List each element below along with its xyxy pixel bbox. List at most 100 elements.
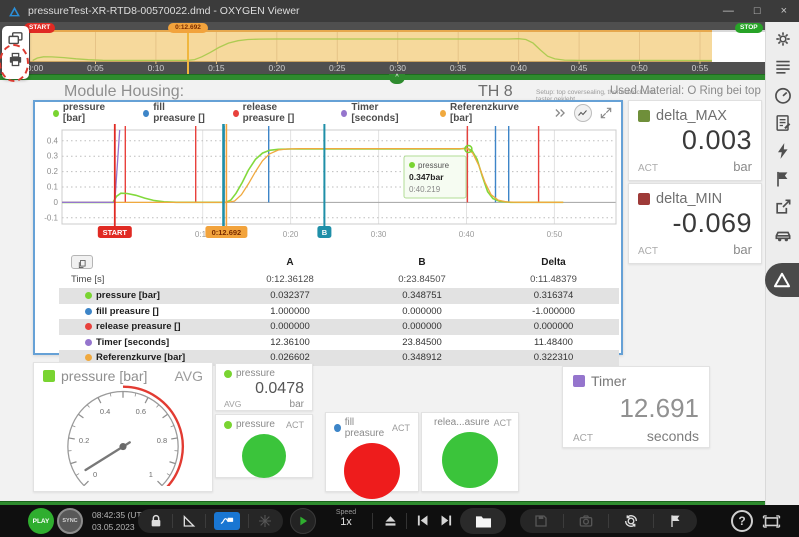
skip-to-end-icon[interactable] bbox=[438, 512, 455, 529]
minimize-button[interactable]: — bbox=[723, 5, 734, 17]
expand-icon[interactable] bbox=[599, 106, 613, 120]
playback-play-button[interactable] bbox=[290, 508, 316, 534]
cursor-table-header: ABDelta bbox=[59, 254, 619, 270]
live-curve-icon bbox=[219, 514, 235, 528]
axis-badge: 0:12.692 bbox=[205, 226, 247, 238]
freeze-icon[interactable] bbox=[257, 513, 273, 529]
release-preasure-state-lamp bbox=[442, 432, 498, 488]
svg-text:0.4: 0.4 bbox=[100, 407, 110, 416]
avg-unit: bar bbox=[290, 399, 304, 410]
window-title: pressureTest-XR-RTD8-00570022.dmd - OXYG… bbox=[28, 5, 300, 17]
table-row[interactable]: pressure [bar]0.0323770.3487510.316374 bbox=[59, 288, 619, 304]
table-row[interactable]: fill preasure []1.0000000.000000-1.00000… bbox=[59, 304, 619, 320]
titlebar: pressureTest-XR-RTD8-00570022.dmd - OXYG… bbox=[0, 0, 799, 22]
screenshot-icon[interactable] bbox=[578, 513, 594, 529]
pressure-avg-card[interactable]: pressure 0.0478 AVG bar bbox=[215, 363, 313, 411]
fill-preasure-state-card[interactable]: fill preasure ACT bbox=[325, 412, 419, 492]
legend-swatch bbox=[53, 110, 59, 117]
timer-card[interactable]: Timer 12.691 ACT seconds bbox=[562, 366, 710, 448]
cursor-tool-icon[interactable] bbox=[574, 104, 592, 122]
delta-max-value: 0.003 bbox=[638, 125, 752, 156]
svg-text:0.347bar: 0.347bar bbox=[409, 172, 444, 182]
copy-table-button[interactable] bbox=[71, 255, 93, 269]
open-file-button[interactable] bbox=[460, 508, 506, 534]
pressure-gauge-card[interactable]: pressure [bar] AVG 00.20.40.60.81 bbox=[33, 362, 213, 492]
series-line bbox=[62, 125, 120, 202]
export-icon[interactable] bbox=[773, 197, 793, 217]
overview-progress-bar[interactable] bbox=[0, 74, 765, 80]
set-square-icon[interactable] bbox=[181, 513, 197, 529]
channel-list-icon[interactable] bbox=[773, 57, 793, 77]
legend-item[interactable]: fill preasure [] bbox=[143, 102, 208, 124]
state0-mode: ACT bbox=[286, 420, 304, 430]
speed-control[interactable]: Speed 1x bbox=[326, 509, 366, 528]
legend-item[interactable]: pressure [bar] bbox=[53, 102, 119, 124]
printer-icon[interactable] bbox=[7, 51, 24, 68]
cell-value: 0.032377 bbox=[224, 290, 356, 301]
delta-max-swatch bbox=[638, 110, 650, 122]
recorder-chart[interactable]: 0:100:200:300:400:500.40.30.20.10-0.1STA… bbox=[36, 124, 622, 250]
cell-value: 0:12.36128 bbox=[224, 274, 356, 285]
row-label: release preasure [] bbox=[96, 321, 181, 332]
legend-item[interactable]: Referenzkurve [bar] bbox=[440, 102, 529, 124]
legend-item[interactable]: release preasure [] bbox=[233, 102, 318, 124]
state1-swatch bbox=[334, 424, 341, 432]
gear-icon[interactable] bbox=[773, 29, 793, 49]
svg-text:0: 0 bbox=[93, 470, 97, 479]
legend-item[interactable]: Timer [seconds] bbox=[341, 102, 416, 124]
skip-to-start-icon[interactable] bbox=[414, 512, 431, 529]
cell-value: 11.48400 bbox=[488, 337, 619, 348]
sync-settings-icon[interactable] bbox=[623, 513, 639, 529]
state1-mode: ACT bbox=[392, 423, 410, 433]
pressure-state-lamp bbox=[242, 434, 286, 478]
legend-swatch bbox=[143, 110, 149, 117]
vehicle-icon[interactable] bbox=[773, 225, 793, 245]
row-label: fill preasure [] bbox=[96, 306, 159, 317]
delta-max-card[interactable]: delta_MAX 0.003 ACT bar bbox=[628, 100, 762, 181]
file-tools-group bbox=[520, 509, 697, 533]
delta-min-card[interactable]: delta_MIN -0.069 ACT bar bbox=[628, 183, 762, 264]
flag-icon[interactable] bbox=[668, 513, 684, 529]
release-preasure-state-card[interactable]: relea...asure ACT bbox=[421, 412, 519, 492]
save-icon[interactable] bbox=[533, 513, 549, 529]
report-icon[interactable] bbox=[773, 113, 793, 133]
close-button[interactable]: × bbox=[781, 5, 787, 17]
overview-playhead-line[interactable] bbox=[187, 29, 189, 74]
delta-min-swatch bbox=[638, 193, 650, 205]
x-tick-label: 0:20 bbox=[283, 230, 299, 239]
analog-gauge: 00.20.40.60.81 bbox=[42, 382, 204, 486]
overview-tick-label: 0:10 bbox=[141, 63, 171, 73]
row-label: Timer [seconds] bbox=[96, 337, 169, 348]
screens-icon[interactable] bbox=[7, 30, 24, 47]
live-curve-button[interactable] bbox=[214, 512, 240, 530]
pressure-state-card[interactable]: pressure ACT bbox=[215, 414, 313, 478]
chart-tooltip: pressure0.347bar0:40.219 bbox=[404, 156, 466, 198]
eject-icon[interactable] bbox=[382, 512, 399, 529]
y-tick-label: -0.1 bbox=[44, 213, 58, 222]
screen-layout-icon[interactable] bbox=[762, 512, 781, 531]
help-button[interactable]: ? bbox=[731, 510, 753, 532]
series-line bbox=[62, 149, 563, 203]
lock-icon[interactable] bbox=[148, 513, 164, 529]
table-row[interactable]: Timer [seconds]12.3610023.8450011.48400 bbox=[59, 335, 619, 351]
instruments-icon[interactable] bbox=[773, 85, 793, 105]
overview-timeline[interactable]: START 0:12.692 STOP 0:000:050:100:150:20… bbox=[0, 22, 765, 80]
overview-band[interactable] bbox=[30, 30, 712, 62]
table-row[interactable]: release preasure []0.0000000.0000000.000… bbox=[59, 319, 619, 335]
svg-text:0:12.692: 0:12.692 bbox=[212, 228, 242, 237]
maximize-button[interactable]: □ bbox=[754, 5, 761, 17]
x-tick-label: 0:50 bbox=[547, 230, 563, 239]
state0-swatch bbox=[224, 421, 232, 429]
marker-flag-icon[interactable] bbox=[773, 169, 793, 189]
y-tick-label: 0.2 bbox=[47, 167, 59, 176]
trigger-icon[interactable] bbox=[773, 141, 793, 161]
recorder-panel[interactable]: pressure [bar] fill preasure [] release pr… bbox=[33, 100, 623, 355]
sync-button[interactable]: SYNC bbox=[57, 508, 83, 534]
sidebar-tab[interactable] bbox=[765, 263, 799, 297]
overview-band-empty bbox=[712, 30, 765, 62]
module-housing-value[interactable]: TH 8 bbox=[478, 83, 513, 101]
delta-max-unit: bar bbox=[733, 159, 752, 174]
timer-title: Timer bbox=[591, 373, 626, 389]
play-mode-button[interactable]: PLAY bbox=[28, 508, 54, 534]
chevrons-icon[interactable] bbox=[553, 106, 567, 120]
